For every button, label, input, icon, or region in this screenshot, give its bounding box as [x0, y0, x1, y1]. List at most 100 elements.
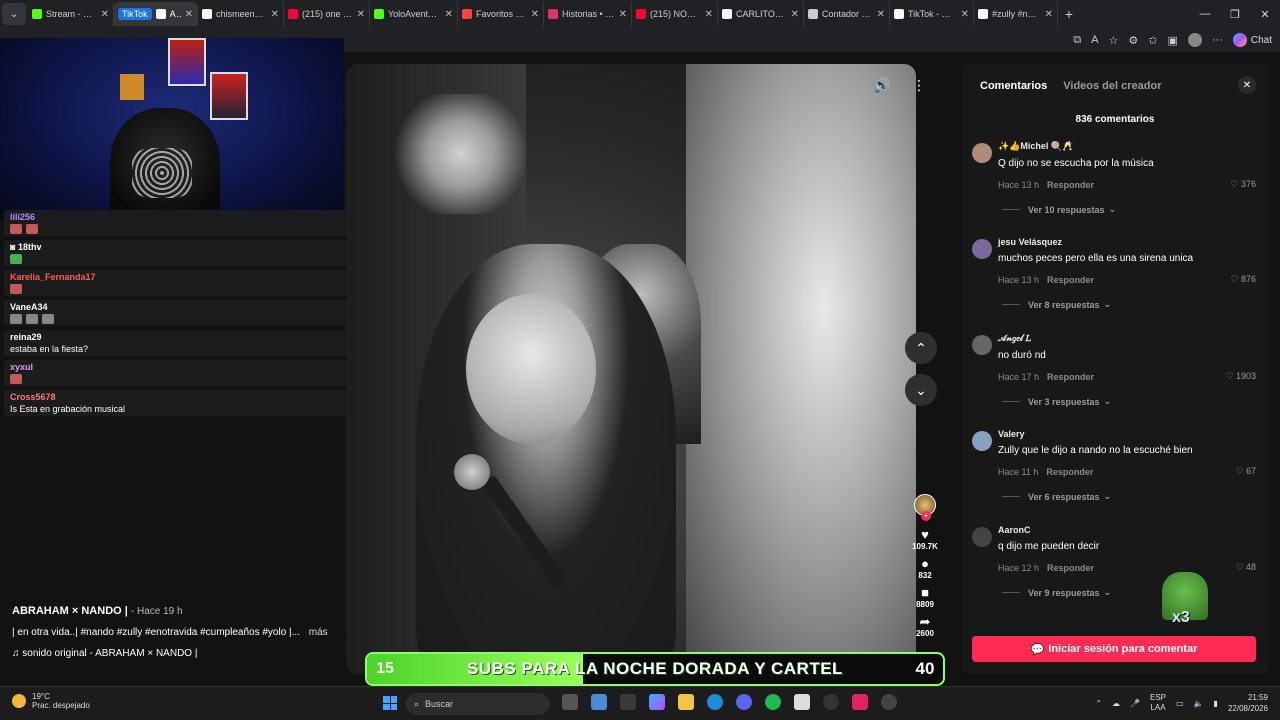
discord-icon[interactable]: [736, 694, 752, 710]
comment-username[interactable]: 𝒜𝓃𝑔𝑒𝓁 𝐿: [998, 333, 1256, 344]
settings-icon[interactable]: [881, 694, 897, 710]
new-tab-button[interactable]: +: [1058, 6, 1080, 22]
comment-action[interactable]: ● 832: [918, 557, 931, 581]
browser-tab[interactable]: #zully #nando ✕: [974, 2, 1058, 26]
open-external-icon[interactable]: ⧉: [1073, 34, 1081, 47]
tab-close-icon[interactable]: ✕: [185, 9, 193, 20]
close-panel-icon[interactable]: ✕: [1238, 76, 1256, 94]
capcut-icon[interactable]: [794, 694, 810, 710]
chat-username[interactable]: xyxul: [10, 362, 350, 372]
browser-tab[interactable]: YoloAventuras ✕: [370, 2, 458, 26]
tray-overflow-icon[interactable]: ⌃: [1095, 699, 1102, 708]
video-player[interactable]: [346, 64, 916, 674]
more-menu-icon[interactable]: ···: [1212, 34, 1223, 46]
comment-username[interactable]: jesu Velásquez: [998, 237, 1256, 247]
save-action[interactable]: ■ 8809: [916, 586, 934, 610]
tab-close-icon[interactable]: ✕: [101, 9, 109, 20]
tab-list-menu-button[interactable]: ⌄: [2, 3, 26, 25]
video-author[interactable]: ABRAHAM × NANDO | - Hace 19 h: [12, 605, 362, 617]
tab-close-icon[interactable]: ✕: [961, 9, 969, 20]
file-explorer-icon[interactable]: [678, 694, 694, 710]
restore-icon[interactable]: ❐: [1220, 8, 1250, 21]
tab-group-label[interactable]: TikTok: [118, 8, 152, 20]
sound-row[interactable]: ♫ sonido original - ABRAHAM × NANDO |: [12, 648, 362, 659]
browser-tab[interactable]: chismeenuna ✕: [198, 2, 284, 26]
chat-username[interactable]: reina29: [10, 332, 350, 342]
copilot-chat-button[interactable]: Chat: [1232, 33, 1272, 47]
volume-icon[interactable]: 🔊: [869, 72, 895, 98]
tab-close-icon[interactable]: ✕: [1045, 9, 1053, 20]
comment-username[interactable]: AaronC: [998, 525, 1256, 535]
tab-close-icon[interactable]: ✕: [877, 9, 885, 20]
sound-name[interactable]: sonido original - ABRAHAM × NANDO |: [22, 648, 197, 659]
reply-button[interactable]: Responder: [1047, 563, 1094, 573]
tab-close-icon[interactable]: ✕: [619, 9, 627, 20]
browser-tab[interactable]: Historias • Inst ✕: [544, 2, 632, 26]
tab-close-icon[interactable]: ✕: [705, 9, 713, 20]
browser-tab[interactable]: (215) NOS VA ✕: [632, 2, 718, 26]
share-action[interactable]: ➦ 2600: [916, 615, 934, 639]
browser-tab[interactable]: TikTok ABRAHAM ✕: [114, 2, 198, 26]
view-replies-button[interactable]: Ver 10 respuestas ⌄: [998, 204, 1256, 215]
copilot-app-icon[interactable]: [649, 694, 665, 710]
tab-close-icon[interactable]: ✕: [791, 9, 799, 20]
chat-username[interactable]: VaneA34: [10, 302, 350, 312]
browser-tab[interactable]: Favoritos | My ✕: [458, 2, 544, 26]
chat-username-text[interactable]: VaneA34: [10, 302, 48, 312]
onedrive-icon[interactable]: ☁: [1112, 699, 1120, 708]
task-view-icon[interactable]: [562, 694, 578, 710]
chat-username[interactable]: Cross5678: [10, 392, 350, 402]
network-icon[interactable]: ▭: [1176, 699, 1184, 708]
read-aloud-icon[interactable]: A: [1091, 34, 1098, 46]
browser-tab[interactable]: CARLITOS TV ✕: [718, 2, 804, 26]
comment-avatar[interactable]: [972, 335, 992, 355]
next-video-button[interactable]: ⌄: [905, 374, 937, 406]
comment-avatar[interactable]: [972, 239, 992, 259]
login-to-comment-button[interactable]: 💬 Iniciar sesión para comentar: [972, 636, 1256, 662]
edge-icon[interactable]: [707, 694, 723, 710]
comment-avatar[interactable]: [972, 431, 992, 451]
view-replies-button[interactable]: Ver 8 respuestas ⌄: [998, 299, 1256, 310]
comment-username[interactable]: Valery: [998, 429, 1256, 439]
minimize-icon[interactable]: —: [1190, 8, 1220, 21]
browser-tab[interactable]: (215) one dir ✕: [284, 2, 370, 26]
view-replies-button[interactable]: Ver 9 respuestas ⌄: [998, 587, 1256, 598]
comment-like-button[interactable]: ♡ 876: [1230, 274, 1256, 285]
chat-username-text[interactable]: reina29: [10, 332, 42, 342]
volume-tray-icon[interactable]: 🔈: [1194, 699, 1204, 708]
reply-button[interactable]: Responder: [1046, 467, 1093, 477]
tab-close-icon[interactable]: ✕: [445, 9, 453, 20]
reply-button[interactable]: Responder: [1047, 180, 1094, 190]
browser-tab[interactable]: Contador en v ✕: [804, 2, 890, 26]
comment-avatar[interactable]: [972, 143, 992, 163]
comment-like-button[interactable]: ♡ 67: [1235, 466, 1256, 477]
more-link[interactable]: más: [309, 627, 328, 638]
clock[interactable]: 21:59 22/08/2026: [1228, 692, 1268, 714]
comment-like-button[interactable]: ♡ 376: [1230, 179, 1256, 190]
spotify-icon[interactable]: [765, 694, 781, 710]
like-action[interactable]: ♥ 109.7K: [912, 528, 938, 552]
tab-close-icon[interactable]: ✕: [271, 9, 279, 20]
author-name[interactable]: ABRAHAM × NANDO |: [12, 605, 128, 617]
favorite-star-icon[interactable]: ☆: [1109, 34, 1119, 47]
browser-tab[interactable]: Stream - Kick ✕: [28, 2, 114, 26]
streamlabs-icon[interactable]: [852, 694, 868, 710]
follow-plus-icon[interactable]: +: [921, 511, 931, 521]
more-options-icon[interactable]: ⋮: [906, 72, 932, 98]
creator-avatar[interactable]: +: [914, 494, 936, 521]
notes-app-icon[interactable]: [591, 694, 607, 710]
extensions-icon[interactable]: ⚙: [1128, 34, 1138, 47]
taskbar-search[interactable]: ⌕ Buscar: [406, 693, 550, 715]
chat-username-text[interactable]: Karelia_Fernanda17: [10, 272, 96, 282]
chat-username-text[interactable]: xyxul: [10, 362, 33, 372]
reply-button[interactable]: Responder: [1047, 372, 1094, 382]
mic-icon[interactable]: 🎤: [1130, 699, 1140, 708]
comment-like-button[interactable]: ♡ 1903: [1225, 371, 1256, 382]
view-replies-button[interactable]: Ver 3 respuestas ⌄: [998, 396, 1256, 407]
chat-username-text[interactable]: 18thv: [18, 242, 42, 252]
chat-username[interactable]: lili256: [10, 212, 350, 222]
tab-close-icon[interactable]: ✕: [357, 9, 365, 20]
comment-username[interactable]: ✨👍Michel 🍭🥂: [998, 141, 1256, 152]
favorites-icon[interactable]: ✩: [1148, 34, 1157, 47]
store-icon[interactable]: [620, 694, 636, 710]
